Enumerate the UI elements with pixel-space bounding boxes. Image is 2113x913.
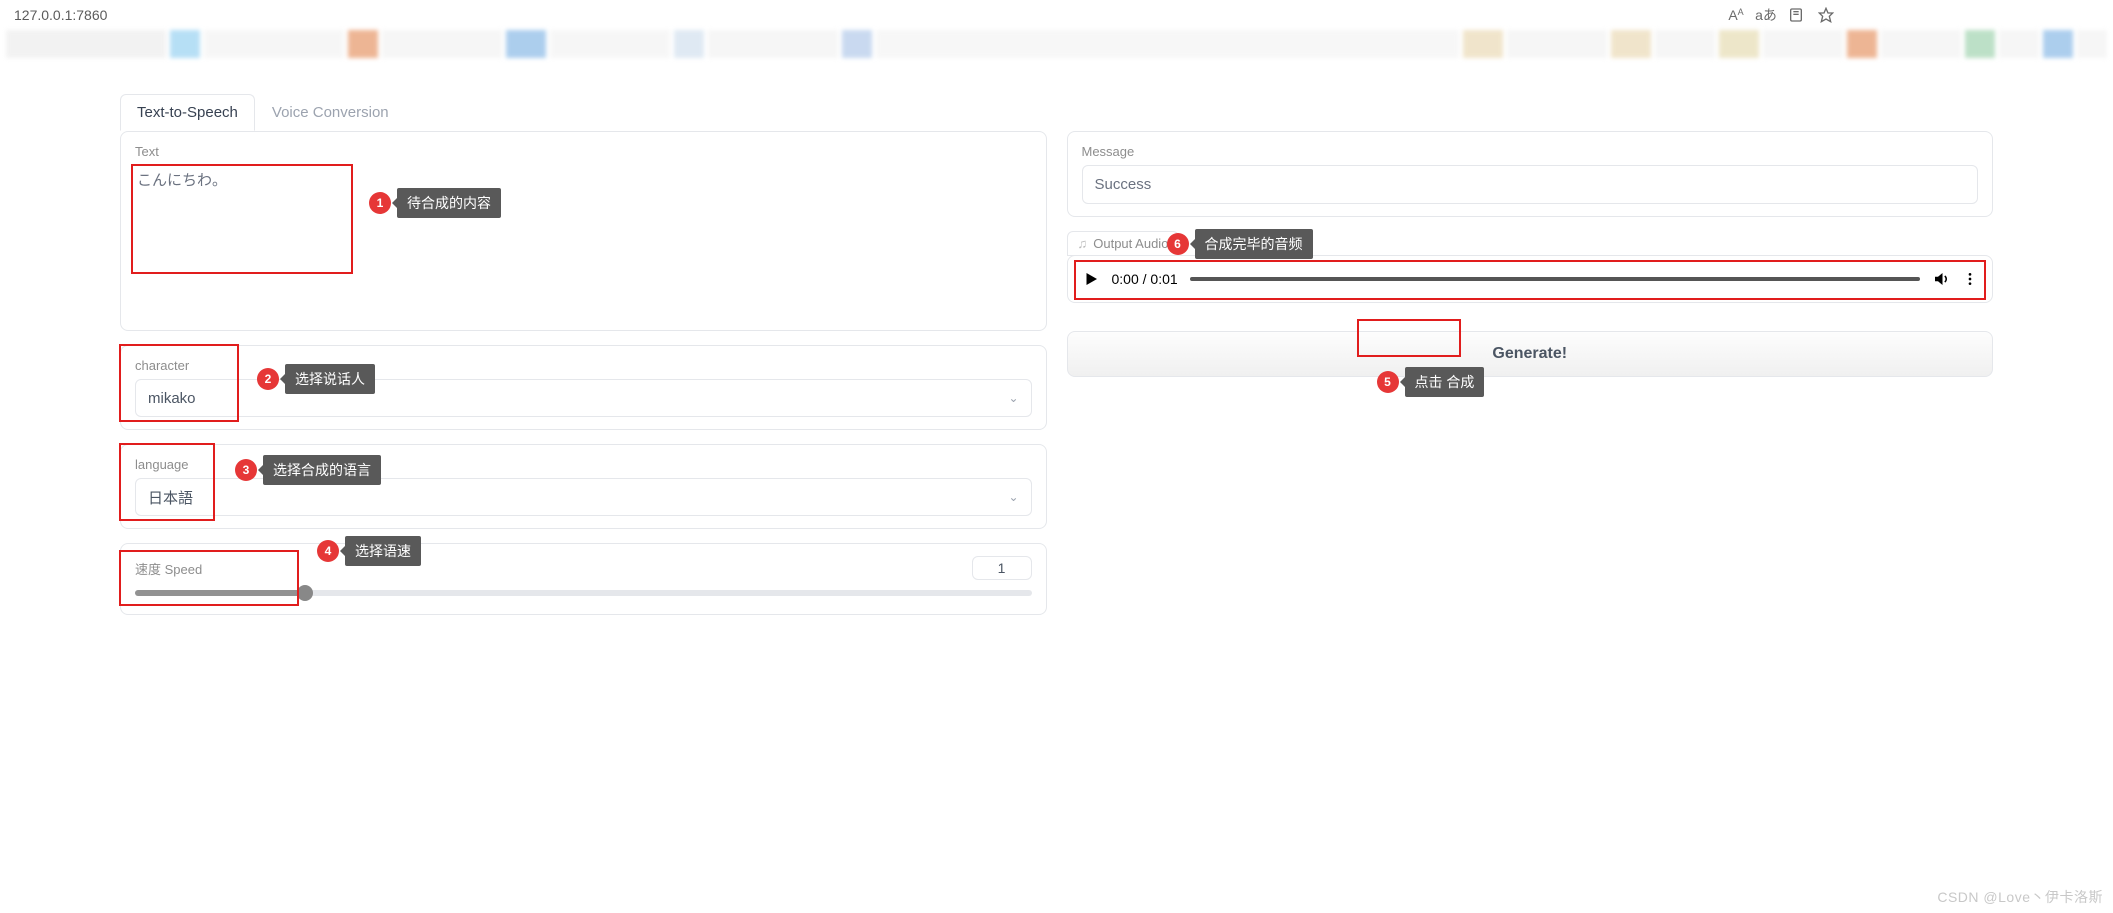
text-label: Text [135,144,1032,159]
chevron-down-icon: ⌄ [1008,391,1018,405]
output-audio-block: ♫ Output Audio 6 合成完毕的音频 0:00 / 0:01 [1067,231,1994,303]
chevron-down-icon: ⌄ [1008,490,1018,504]
tab-vc[interactable]: Voice Conversion [255,94,406,131]
translate-icon[interactable]: aあ [1755,5,1777,25]
output-audio-label: ♫ Output Audio [1067,231,1180,256]
generate-button[interactable]: Generate! [1067,331,1994,377]
watermark: CSDN @Love丶伊卡洛斯 [1937,887,2103,907]
language-value: 日本語 [148,487,193,508]
audio-panel: 0:00 / 0:01 [1067,255,1994,303]
speed-label: 速度 Speed [135,559,202,578]
language-panel: language 日本語 ⌄ 3 选择合成的语言 [120,444,1047,529]
favorite-icon[interactable] [1815,7,1837,23]
text-input[interactable] [135,165,1032,295]
audio-progress[interactable] [1190,277,1920,281]
speed-panel: 4 选择语速 速度 Speed 1 [120,543,1047,615]
tab-bar: Text-to-Speech Voice Conversion [120,94,1993,131]
address-bar: 127.0.0.1:7860 AA aあ [0,0,2113,30]
language-select[interactable]: 日本語 ⌄ [135,478,1032,516]
tab-tts[interactable]: Text-to-Speech [120,94,255,131]
audio-time: 0:00 / 0:01 [1112,271,1178,287]
kebab-icon[interactable] [1962,271,1978,287]
character-select[interactable]: mikako ⌄ [135,379,1032,417]
character-label: character [135,358,1032,373]
app-root: Text-to-Speech Voice Conversion Text 1 待… [120,94,1993,629]
music-note-icon: ♫ [1078,236,1088,251]
speed-value[interactable]: 1 [972,556,1032,580]
reader-icon[interactable] [1785,7,1807,23]
right-column: Message Success ♫ Output Audio 6 合成完毕的音频 [1067,131,1994,629]
message-value: Success [1082,165,1979,204]
audio-player[interactable]: 0:00 / 0:01 [1080,266,1981,292]
volume-icon[interactable] [1932,270,1950,288]
text-panel: Text 1 待合成的内容 [120,131,1047,331]
message-panel: Message Success [1067,131,1994,217]
blurred-toolbar [0,30,2113,58]
play-icon[interactable] [1082,270,1100,288]
generate-block: Generate! 5 点击 合成 [1067,317,1994,377]
character-value: mikako [148,390,196,407]
message-label: Message [1082,144,1979,159]
url-text[interactable]: 127.0.0.1:7860 [8,7,107,23]
character-panel: character mikako ⌄ 2 选择说话人 [120,345,1047,430]
text-size-icon[interactable]: AA [1725,7,1747,23]
slider-thumb[interactable] [297,585,313,601]
speed-slider[interactable] [135,590,1032,596]
language-label: language [135,457,1032,472]
left-column: Text 1 待合成的内容 character mikako ⌄ 2 选 [120,131,1047,629]
